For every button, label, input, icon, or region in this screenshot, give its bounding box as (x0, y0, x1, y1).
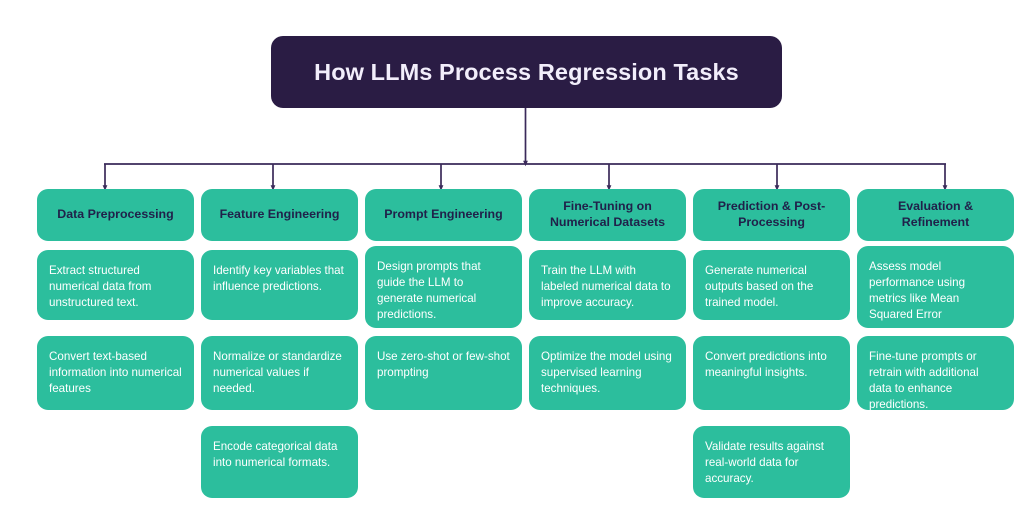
node-4-2[interactable]: Validate results against real-world data… (693, 426, 850, 498)
column-header-5[interactable]: Evaluation & Refinement (857, 189, 1014, 241)
node-2-0[interactable]: Design prompts that guide the LLM to gen… (365, 246, 522, 328)
node-text: Normalize or standardize numerical value… (213, 350, 342, 395)
node-text: Use zero-shot or few-shot prompting (377, 350, 510, 379)
node-text: Train the LLM with labeled numerical dat… (541, 264, 671, 309)
diagram-title-box: How LLMs Process Regression Tasks (271, 36, 782, 108)
node-0-0[interactable]: Extract structured numerical data from u… (37, 250, 194, 320)
column-header-label: Evaluation & Refinement (897, 199, 974, 229)
node-2-1[interactable]: Use zero-shot or few-shot prompting (365, 336, 522, 410)
node-5-0[interactable]: Assess model performance using metrics l… (857, 246, 1014, 328)
node-1-2[interactable]: Encode categorical data into numerical f… (201, 426, 358, 498)
node-text: Encode categorical data into numerical f… (213, 440, 338, 469)
column-header-label: Prediction & Post-Processing (717, 199, 826, 229)
node-text: Design prompts that guide the LLM to gen… (377, 260, 481, 321)
node-1-0[interactable]: Identify key variables that influence pr… (201, 250, 358, 320)
column-header-1[interactable]: Feature Engineering (201, 189, 358, 241)
node-text: Convert predictions into meaningful insi… (705, 350, 827, 379)
node-text: Fine-tune prompts or retrain with additi… (869, 350, 979, 411)
column-header-label: Fine-Tuning on Numerical Datasets (549, 199, 665, 229)
node-text: Generate numerical outputs based on the … (705, 264, 814, 309)
node-text: Identify key variables that influence pr… (213, 264, 344, 293)
node-text: Convert text-based information into nume… (49, 350, 182, 395)
node-text: Assess model performance using metrics l… (869, 260, 966, 321)
column-header-label: Feature Engineering (219, 207, 340, 222)
node-5-1[interactable]: Fine-tune prompts or retrain with additi… (857, 336, 1014, 411)
column-header-4[interactable]: Prediction & Post-Processing (693, 189, 850, 241)
node-4-0[interactable]: Generate numerical outputs based on the … (693, 250, 850, 320)
column-header-label: Data Preprocessing (57, 207, 174, 222)
column-header-3[interactable]: Fine-Tuning on Numerical Datasets (529, 189, 686, 241)
node-text: Extract structured numerical data from u… (49, 264, 152, 309)
column-header-label: Prompt Engineering (384, 207, 503, 222)
page-title: How LLMs Process Regression Tasks (314, 58, 739, 85)
node-4-1[interactable]: Convert predictions into meaningful insi… (693, 336, 850, 410)
node-text: Validate results against real-world data… (705, 440, 825, 485)
diagram-canvas: How LLMs Process Regression Tasks Data P… (0, 0, 1024, 522)
node-3-1[interactable]: Optimize the model using supervised lear… (529, 336, 686, 410)
node-1-1[interactable]: Normalize or standardize numerical value… (201, 336, 358, 410)
node-text: Optimize the model using supervised lear… (541, 350, 672, 395)
node-3-0[interactable]: Train the LLM with labeled numerical dat… (529, 250, 686, 320)
column-header-2[interactable]: Prompt Engineering (365, 189, 522, 241)
node-0-1[interactable]: Convert text-based information into nume… (37, 336, 194, 410)
column-header-0[interactable]: Data Preprocessing (37, 189, 194, 241)
